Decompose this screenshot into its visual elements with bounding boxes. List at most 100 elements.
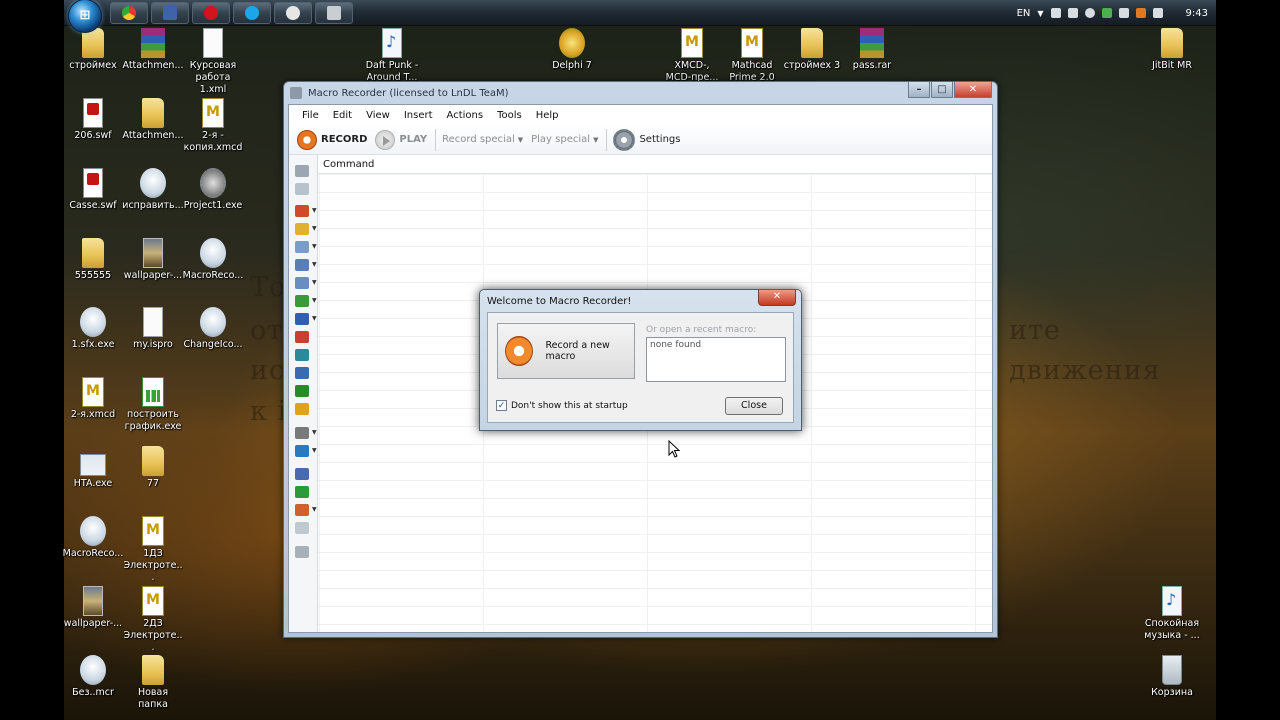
tray-app-icon[interactable] bbox=[1118, 8, 1129, 18]
tray-network-icon[interactable] bbox=[1067, 8, 1078, 18]
chevron-down-icon[interactable]: ▼ bbox=[312, 506, 317, 513]
chevron-down-icon[interactable]: ▼ bbox=[312, 207, 317, 214]
desktop-icon[interactable]: Спокойная музыка - ... bbox=[1141, 586, 1203, 642]
desktop-icon[interactable]: Casse.swf bbox=[62, 168, 124, 212]
desktop-icon[interactable]: Mathcad Prime 2.0 bbox=[721, 28, 783, 84]
desktop-icon[interactable]: 206.swf bbox=[62, 98, 124, 142]
desktop-icon[interactable]: JitBit MR bbox=[1141, 28, 1203, 72]
checkbox-checked-icon[interactable]: ✓ bbox=[496, 400, 507, 411]
play-button[interactable]: PLAY bbox=[375, 129, 427, 150]
desktop-icon[interactable]: Attachmen... bbox=[122, 28, 184, 72]
desktop-icon[interactable]: строймех bbox=[62, 28, 124, 72]
record-new-macro-button[interactable]: Record a new macro bbox=[497, 323, 635, 379]
desktop-icon[interactable]: 2ДЗ Электроте... bbox=[122, 586, 184, 654]
action-tool-icon[interactable] bbox=[295, 486, 309, 498]
clock[interactable]: 9:43 bbox=[1186, 8, 1208, 19]
menu-tools[interactable]: Tools bbox=[490, 110, 529, 121]
desktop-icon[interactable]: 555555 bbox=[62, 238, 124, 282]
chevron-down-icon[interactable]: ▼ bbox=[312, 447, 317, 454]
title-bar[interactable]: Macro Recorder (licensed to LnDL TeaM) bbox=[284, 82, 997, 104]
taskbar-opera-button[interactable] bbox=[192, 1, 230, 24]
action-tool-icon[interactable] bbox=[295, 427, 309, 439]
desktop-icon[interactable]: pass.rar bbox=[841, 28, 903, 72]
tray-shield-icon[interactable] bbox=[1135, 8, 1146, 18]
action-tool-icon[interactable] bbox=[295, 295, 309, 307]
menu-insert[interactable]: Insert bbox=[397, 110, 440, 121]
recent-macro-list[interactable]: none found bbox=[646, 337, 786, 382]
desktop-icon[interactable]: MacroReco... bbox=[62, 516, 124, 560]
chevron-down-icon[interactable]: ▼ bbox=[312, 243, 317, 250]
action-tool-icon[interactable] bbox=[295, 385, 309, 397]
desktop-icon[interactable]: HTA.exe bbox=[62, 446, 124, 490]
desktop-icon[interactable]: XMCD-, MCD-пре... bbox=[661, 28, 723, 84]
action-tool-icon[interactable] bbox=[295, 277, 309, 289]
desktop-icon[interactable]: 77 bbox=[122, 446, 184, 490]
minimize-button[interactable]: – bbox=[908, 82, 930, 98]
menu-file[interactable]: File bbox=[295, 110, 326, 121]
start-button[interactable]: ⊞ bbox=[68, 0, 102, 33]
language-indicator[interactable]: EN bbox=[1017, 8, 1031, 19]
chevron-down-icon[interactable]: ▼ bbox=[312, 429, 317, 436]
action-tool-icon[interactable] bbox=[295, 522, 309, 534]
action-tool-icon[interactable] bbox=[295, 205, 309, 217]
desktop-icon[interactable]: Daft Punk - Around T... bbox=[361, 28, 423, 84]
taskbar-macro-recorder-button[interactable] bbox=[315, 1, 353, 24]
record-special-button[interactable]: Record special ▼ bbox=[442, 134, 523, 145]
tray-app-icon[interactable] bbox=[1050, 8, 1061, 18]
settings-button[interactable]: Settings bbox=[613, 128, 680, 151]
desktop-icon[interactable]: MacroReco... bbox=[182, 238, 244, 282]
desktop-icon[interactable]: wallpaper-... bbox=[62, 586, 124, 630]
play-special-button[interactable]: Play special ▼ bbox=[531, 134, 598, 145]
action-tool-icon[interactable] bbox=[295, 241, 309, 253]
column-header-command[interactable]: Command bbox=[318, 155, 992, 174]
volume-icon[interactable] bbox=[1152, 8, 1163, 18]
desktop-icon[interactable]: wallpaper-... bbox=[122, 238, 184, 282]
action-tool-icon[interactable] bbox=[295, 403, 309, 415]
dialog-close-button[interactable]: ✕ bbox=[758, 290, 796, 306]
action-tool-icon[interactable] bbox=[295, 349, 309, 361]
close-button[interactable]: ✕ bbox=[954, 82, 992, 98]
desktop-icon[interactable]: Attachmen... bbox=[122, 98, 184, 142]
action-tool-icon[interactable] bbox=[295, 367, 309, 379]
chevron-down-icon[interactable]: ▼ bbox=[312, 297, 317, 304]
tray-expand-icon[interactable]: ▼ bbox=[1037, 9, 1043, 18]
desktop-icon[interactable]: строймех 3 bbox=[781, 28, 843, 72]
desktop-icon[interactable]: исправить... bbox=[122, 168, 184, 212]
menu-help[interactable]: Help bbox=[529, 110, 566, 121]
desktop-icon[interactable]: 1.sfx.exe bbox=[62, 307, 124, 351]
action-tool-icon[interactable] bbox=[295, 183, 309, 195]
tray-h-icon[interactable] bbox=[1101, 8, 1112, 18]
record-button[interactable]: RECORD bbox=[297, 129, 367, 150]
taskbar-save-button[interactable] bbox=[151, 1, 189, 24]
action-tool-icon[interactable] bbox=[295, 331, 309, 343]
chevron-down-icon[interactable]: ▼ bbox=[312, 315, 317, 322]
action-tool-icon[interactable] bbox=[295, 223, 309, 235]
desktop-icon[interactable]: ChangeIco... bbox=[182, 307, 244, 351]
chevron-down-icon[interactable]: ▼ bbox=[312, 279, 317, 286]
menu-actions[interactable]: Actions bbox=[440, 110, 491, 121]
maximize-button[interactable]: □ bbox=[931, 82, 953, 98]
desktop-icon[interactable]: Новая папка bbox=[122, 655, 184, 711]
dont-show-at-startup-checkbox[interactable]: ✓ Don't show this at startup bbox=[496, 400, 628, 411]
desktop-icon[interactable]: Без..mcr bbox=[62, 655, 124, 699]
tray-app-icon[interactable] bbox=[1084, 8, 1095, 18]
desktop-icon[interactable]: Корзина bbox=[1141, 655, 1203, 699]
desktop-icon[interactable]: 1ДЗ Электроте... bbox=[122, 516, 184, 584]
action-tool-icon[interactable] bbox=[295, 468, 309, 480]
desktop-icon[interactable]: 2-я - копия.xmcd bbox=[182, 98, 244, 154]
taskbar-app-button[interactable] bbox=[274, 1, 312, 24]
action-tool-icon[interactable] bbox=[295, 546, 309, 558]
menu-edit[interactable]: Edit bbox=[326, 110, 359, 121]
menu-view[interactable]: View bbox=[359, 110, 397, 121]
action-tool-icon[interactable] bbox=[295, 504, 309, 516]
dialog-close-text-button[interactable]: Close bbox=[725, 397, 783, 415]
chevron-down-icon[interactable]: ▼ bbox=[312, 225, 317, 232]
action-tool-icon[interactable] bbox=[295, 259, 309, 271]
desktop-icon[interactable]: Курсовая работа 1.xml bbox=[182, 28, 244, 96]
action-tool-icon[interactable] bbox=[295, 165, 309, 177]
desktop-icon[interactable]: Delphi 7 bbox=[541, 28, 603, 72]
desktop-icon[interactable]: 2-я.xmcd bbox=[62, 377, 124, 421]
action-tool-icon[interactable] bbox=[295, 445, 309, 457]
desktop-icon[interactable]: построить график.exe bbox=[122, 377, 184, 433]
desktop-icon[interactable]: Project1.exe bbox=[182, 168, 244, 212]
